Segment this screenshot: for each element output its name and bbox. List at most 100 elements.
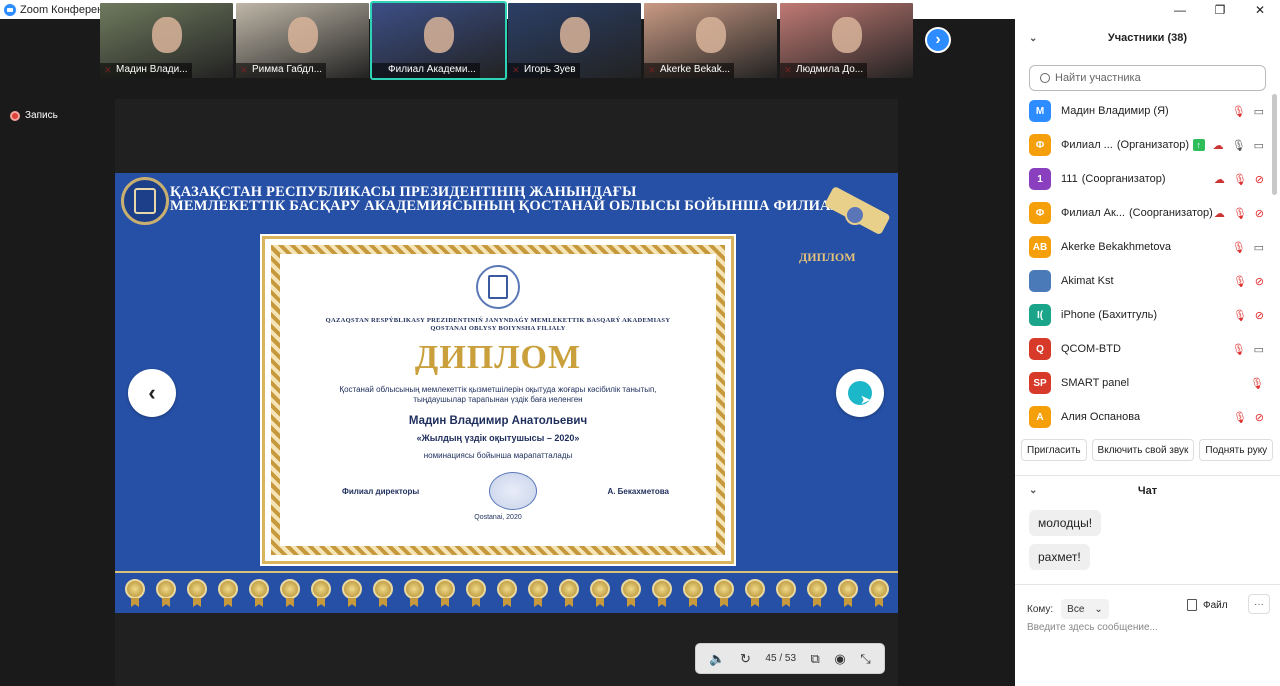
avatar: SP (1029, 372, 1051, 394)
recording-label: Запись (25, 110, 58, 121)
medal-icon (590, 579, 610, 599)
medal-icon (714, 579, 734, 599)
participant-row[interactable]: I(iPhone (Бахитгуль) 🎙 ⊘ (1015, 298, 1270, 332)
chat-more-button[interactable]: ··· (1248, 594, 1270, 614)
avatar: М (1029, 100, 1051, 122)
record-icon (10, 110, 20, 121)
muted-mic-icon: 🎙 (1231, 241, 1246, 254)
medal-icon (807, 579, 827, 599)
medal-icon (404, 579, 424, 599)
video-tile[interactable]: ✕Людмила До... (780, 3, 913, 78)
medal-icon (745, 579, 765, 599)
participant-row[interactable]: Ф Филиал Ак... (Соорганизатор) ☁ 🎙 ⊘ (1015, 196, 1270, 230)
video-tile-name: Филиал Академи... (372, 63, 480, 78)
participant-name: Алия Оспанова (1061, 411, 1141, 423)
muted-mic-icon: 🎙 (1232, 309, 1247, 322)
video-off-icon: ⊘ (1254, 309, 1264, 322)
chat-recipient-select[interactable]: Все ⌄ (1061, 599, 1109, 619)
participant-row[interactable]: М Мадин Владимир (Я) 🎙 ▭ (1015, 94, 1270, 128)
video-strip: ✕Мадин Влади...✕Римма Габдл...Филиал Ака… (100, 1, 913, 80)
mouse-cursor-icon: ➤ (860, 392, 871, 407)
slide-diplom-label: ДИПЛОМ (799, 250, 856, 264)
presentation-slide: ҚАЗАҚСТАН РЕСПУБЛИКАСЫ ПРЕЗИДЕНТІНІҢ ЖАН… (115, 173, 898, 613)
participant-row[interactable]: AB Akerke Bekakhmetova 🎙 ▭ (1015, 230, 1270, 264)
speaker-icon[interactable]: 🔈 (709, 651, 725, 667)
participant-list: М Мадин Владимир (Я) 🎙 ▭ Ф Филиал ... (Организ… (1015, 94, 1270, 434)
muted-mic-icon: 🎙 (1231, 105, 1246, 118)
collapse-participants-icon[interactable]: ⌄ (1029, 33, 1037, 44)
side-panel: ⌄ Участники (38) Найти участника М Мадин … (1015, 19, 1280, 686)
medal-icon (869, 579, 889, 599)
video-off-icon: ⊘ (1254, 411, 1264, 424)
cert-award-text: номинациясы бойынша марапатталады (423, 451, 573, 460)
participant-name: Филиал Ак... (1061, 207, 1125, 219)
video-tile[interactable]: ✕Мадин Влади... (100, 3, 233, 78)
cert-title: ДИПЛОМ (414, 339, 582, 376)
medal-icon (776, 579, 796, 599)
next-participants-button[interactable]: › (925, 27, 951, 53)
video-icon: ▭ (1253, 105, 1264, 118)
medal-icon (621, 579, 641, 599)
minimize-button[interactable]: — (1160, 0, 1200, 19)
video-tile[interactable]: Филиал Академи... (370, 1, 507, 80)
panel-scrollbar[interactable] (1272, 95, 1277, 195)
chat-message-input[interactable]: Введите здесь сообщение... (1027, 622, 1158, 633)
participant-row[interactable]: 1 111 (Соорганизатор) ☁ 🎙 ⊘ (1015, 162, 1270, 196)
window-mode-icon[interactable]: ⧉ (811, 651, 820, 667)
video-tile[interactable]: ✕Akerke Bekak... (644, 3, 777, 78)
invite-button[interactable]: Пригласить (1021, 439, 1087, 461)
avatar: 1 (1029, 168, 1051, 190)
participant-row[interactable]: Ф Филиал ... (Организатор) ↑ ☁ 🎙 ▭ (1015, 128, 1270, 162)
cert-subtitle-line1: Қостанай облысының мемлекеттік қызметшіл… (339, 385, 657, 394)
participant-name: SMART panel (1061, 377, 1130, 389)
cert-director-label: Филиал директоры (342, 486, 420, 496)
participant-search-input[interactable]: Найти участника (1029, 65, 1266, 91)
medal-icon (652, 579, 672, 599)
slide-header: ҚАЗАҚСТАН РЕСПУБЛИКАСЫ ПРЕЗИДЕНТІНІҢ ЖАН… (170, 184, 856, 214)
medal-icon (559, 579, 579, 599)
participant-name: QCOM-BTD (1061, 343, 1121, 355)
video-icon: ▭ (1253, 139, 1264, 152)
broadcast-icon[interactable]: ◉ (834, 651, 845, 667)
chevron-left-icon: ‹ (148, 380, 156, 405)
cert-person-name: Мадин Владимир Анатольевич (408, 415, 588, 427)
video-tile-name: Игорь Зуев (508, 63, 580, 78)
unmute-self-button[interactable]: Включить свой звук (1091, 439, 1195, 461)
medal-row (115, 571, 898, 613)
video-tile[interactable]: ✕Игорь Зуев (508, 3, 641, 78)
raise-hand-button[interactable]: Поднять руку (1199, 439, 1274, 461)
refresh-icon[interactable]: ↻ (740, 651, 751, 667)
muted-mic-icon: 🎙 (1232, 411, 1247, 424)
participant-row[interactable]: Akimat Kst 🎙 ⊘ (1015, 264, 1270, 298)
avatar: AB (1029, 236, 1051, 258)
muted-mic-icon: 🎙 (1231, 343, 1246, 356)
maximize-button[interactable]: ❐ (1200, 0, 1240, 19)
exit-fullscreen-icon[interactable]: ⤡ (860, 651, 870, 667)
previous-slide-button[interactable]: ‹ (128, 369, 176, 417)
participants-title: Участники (38) (1107, 32, 1188, 44)
file-icon (1187, 599, 1197, 611)
collapse-chat-icon[interactable]: ⌄ (1029, 485, 1037, 496)
mic-icon: 🎙 (1231, 139, 1246, 152)
video-tile[interactable]: ✕Римма Габдл... (236, 3, 369, 78)
cert-subtitle-line2: тыңдаушылар тарапынан үздік баға иеленге… (413, 395, 583, 404)
participants-header: ⌄ Участники (38) (1015, 19, 1280, 57)
slide-header-line1: ҚАЗАҚСТАН РЕСПУБЛИКАСЫ ПРЕЗИДЕНТІНІҢ ЖАН… (170, 184, 637, 200)
file-label: Файл (1203, 599, 1228, 611)
cert-org-line2: QOSTANAI OBLYSY BOIYNSHA FILIALY (430, 325, 566, 332)
close-button[interactable]: ✕ (1240, 0, 1280, 19)
search-icon (1040, 73, 1050, 83)
academy-emblem-icon (121, 177, 169, 225)
video-tile-name: Людмила До... (780, 63, 868, 78)
medal-icon (838, 579, 858, 599)
medal-icon (342, 579, 362, 599)
participant-row[interactable]: Q QCOM-BTD 🎙 ▭ (1015, 332, 1270, 366)
video-icon: ▭ (1253, 241, 1264, 254)
certificate-emblem-icon (476, 265, 520, 309)
participant-name: Мадин Владимир (Я) (1061, 105, 1169, 117)
participant-row[interactable]: А Алия Оспанова 🎙 ⊘ (1015, 400, 1270, 434)
video-icon: ▭ (1253, 343, 1264, 356)
participant-row[interactable]: SP SMART panel 🎙 (1015, 366, 1270, 400)
file-button[interactable]: Файл (1187, 599, 1228, 611)
chevron-down-icon: ⌄ (1094, 603, 1103, 615)
